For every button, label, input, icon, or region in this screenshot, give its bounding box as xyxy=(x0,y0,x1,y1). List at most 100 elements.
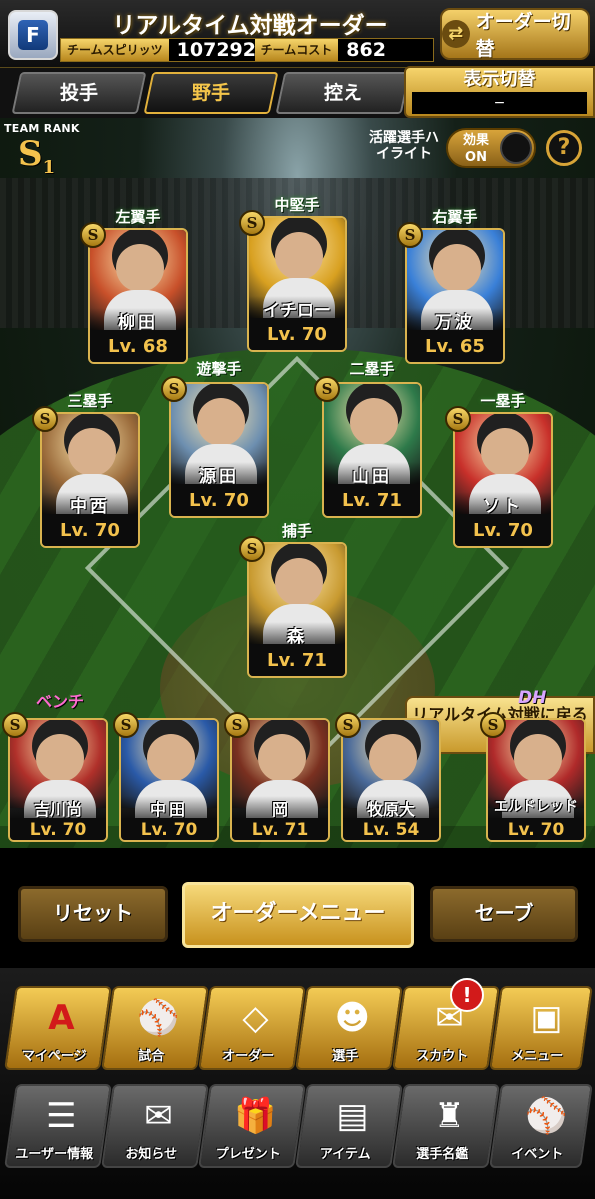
team-spirit-value: 107292 xyxy=(176,39,256,61)
gift-icon: 🎁 xyxy=(234,1096,277,1136)
tab-reserve[interactable]: 控え xyxy=(275,72,411,114)
bench-card-3[interactable]: 岡 Lv. 71 xyxy=(230,718,330,842)
grade-s-badge: S xyxy=(224,712,250,738)
help-button[interactable]: ? xyxy=(546,130,582,166)
dh-card[interactable]: エルドレッド Lv. 70 xyxy=(486,718,586,842)
grade-s-badge: S xyxy=(445,406,471,432)
nav-items[interactable]: ▤ アイテム xyxy=(295,1084,403,1168)
team-rank-sub: 1 xyxy=(42,156,56,178)
nav-game[interactable]: ⚾ 試合 xyxy=(101,986,209,1070)
player-name: 森 xyxy=(249,622,345,647)
bench-label: ベンチ xyxy=(36,692,85,711)
tab-fielder-label: 野手 xyxy=(191,82,230,104)
nav-order[interactable]: ◇ オーダー xyxy=(198,986,306,1070)
grade-s-badge: S xyxy=(113,712,139,738)
order-switch-label: オーダー切替 xyxy=(475,11,571,60)
menu-box-icon: ▣ xyxy=(530,998,563,1038)
item-book-icon: ▤ xyxy=(336,1096,369,1136)
field-area: TEAM RANK S1 活躍選手ハイライト 効果ON ? 左翼手 中堅手 右翼… xyxy=(0,118,595,848)
position-label-first: 一塁手 xyxy=(480,392,526,410)
field-diamond-icon: ◇ xyxy=(242,998,269,1038)
player-name: 岡 xyxy=(232,796,328,819)
grade-s-badge: S xyxy=(80,222,106,248)
nav-news[interactable]: ✉ お知らせ xyxy=(101,1084,209,1168)
event-bat-ball-icon: ⚾ xyxy=(525,1096,568,1136)
save-button[interactable]: セーブ xyxy=(430,886,578,942)
player-card-cf[interactable]: イチロー Lv. 70 xyxy=(247,216,347,352)
grade-s-badge: S xyxy=(2,712,28,738)
player-level: Lv. 70 xyxy=(121,818,217,840)
player-card-second[interactable]: 山田 Lv. 71 xyxy=(322,382,422,518)
nav-menu[interactable]: ▣ メニュー xyxy=(489,986,593,1070)
nav-players[interactable]: ☻ 選手 xyxy=(295,986,403,1070)
tab-pitcher-label: 投手 xyxy=(59,82,98,104)
display-switch-label: 表示切替 xyxy=(463,69,536,90)
f-menu-button[interactable]: F xyxy=(8,10,58,60)
grade-s-badge: S xyxy=(161,376,187,402)
player-level: Lv. 54 xyxy=(343,818,439,840)
bench-card-2[interactable]: 中田 Lv. 70 xyxy=(119,718,219,842)
reset-button[interactable]: リセット xyxy=(18,886,168,942)
team-cost-label: チームコスト xyxy=(254,39,339,61)
player-name: 吉川尚 xyxy=(10,796,106,819)
nav-scout[interactable]: ✉ スカウト xyxy=(392,986,500,1070)
grade-s-badge: S xyxy=(32,406,58,432)
grade-s-badge: S xyxy=(480,712,506,738)
display-switch-button[interactable]: 表示切替 − xyxy=(404,66,595,118)
nav-scout-label: スカウト xyxy=(416,1049,469,1064)
header-bar: F リアルタイム対戦オーダー チームスピリッツ 107292 チームコスト 86… xyxy=(0,0,595,68)
nav-player-directory[interactable]: ♜ 選手名鑑 xyxy=(392,1084,500,1168)
nav-present-label: プレゼント xyxy=(215,1147,281,1162)
bench-card-1[interactable]: 吉川尚 Lv. 70 xyxy=(8,718,108,842)
bottom-navigation: A マイページ ⚾ 試合 ◇ オーダー ☻ 選手 ✉ スカウト ▣ メニュー !… xyxy=(0,968,595,1199)
f-icon: F xyxy=(18,20,48,50)
player-name: 中西 xyxy=(42,492,138,517)
user-info-icon: ☰ xyxy=(46,1096,77,1136)
nav-mypage[interactable]: A マイページ xyxy=(4,986,112,1070)
order-menu-button[interactable]: オーダーメニュー xyxy=(182,882,414,948)
player-level: Lv. 71 xyxy=(232,818,328,840)
nav-user-info-label: ユーザー情報 xyxy=(15,1147,94,1162)
highlight-toggle[interactable]: 効果ON xyxy=(446,128,536,168)
player-card-lf[interactable]: 柳田 Lv. 68 xyxy=(88,228,188,364)
notification-badge: ! xyxy=(450,978,484,1012)
player-card-catcher[interactable]: 森 Lv. 71 xyxy=(247,542,347,678)
bench-card-4[interactable]: 牧原大 Lv. 54 xyxy=(341,718,441,842)
nav-event-label: イベント xyxy=(511,1147,564,1162)
player-level: Lv. 71 xyxy=(249,644,345,676)
team-spirit-label: チームスピリッツ xyxy=(61,39,169,61)
nav-order-label: オーダー xyxy=(222,1049,275,1064)
player-name: ソト xyxy=(455,492,551,517)
team-rank-value: S1 xyxy=(18,134,55,178)
team-stats-bar: チームスピリッツ 107292 チームコスト 862 xyxy=(60,38,434,62)
player-card-third[interactable]: 中西 Lv. 70 xyxy=(40,412,140,548)
position-label-rf: 右翼手 xyxy=(432,208,478,226)
position-label-lf: 左翼手 xyxy=(115,208,161,226)
tab-pitcher[interactable]: 投手 xyxy=(11,72,147,114)
team-rank-letter: S xyxy=(18,134,43,174)
nav-user-info[interactable]: ☰ ユーザー情報 xyxy=(4,1084,112,1168)
player-level: Lv. 71 xyxy=(324,484,420,516)
nav-players-label: 選手 xyxy=(332,1049,359,1064)
nav-event[interactable]: ⚾ イベント xyxy=(489,1084,593,1168)
player-card-rf[interactable]: 万波 Lv. 65 xyxy=(405,228,505,364)
tab-reserve-label: 控え xyxy=(323,82,362,104)
player-level: Lv. 70 xyxy=(488,818,584,840)
swap-arrows-icon: ⇄ xyxy=(442,20,470,48)
player-level: Lv. 70 xyxy=(455,514,551,546)
player-name: 中田 xyxy=(121,796,217,819)
player-level: Lv. 70 xyxy=(249,318,345,350)
player-level: Lv. 70 xyxy=(171,484,267,516)
tab-fielder[interactable]: 野手 xyxy=(143,72,279,114)
position-label-catcher: 捕手 xyxy=(281,522,312,540)
player-card-first[interactable]: ソト Lv. 70 xyxy=(453,412,553,548)
player-card-ss[interactable]: 源田 Lv. 70 xyxy=(169,382,269,518)
team-cost-value: 862 xyxy=(346,39,386,61)
player-level: Lv. 68 xyxy=(90,330,186,362)
order-switch-button[interactable]: ⇄ オーダー切替 xyxy=(440,8,590,60)
nav-present[interactable]: 🎁 プレゼント xyxy=(198,1084,306,1168)
nav-news-label: お知らせ xyxy=(125,1147,178,1162)
player-name: エルドレッド xyxy=(488,796,584,818)
dh-label: DH xyxy=(518,688,547,708)
player-name: 万波 xyxy=(407,308,503,333)
